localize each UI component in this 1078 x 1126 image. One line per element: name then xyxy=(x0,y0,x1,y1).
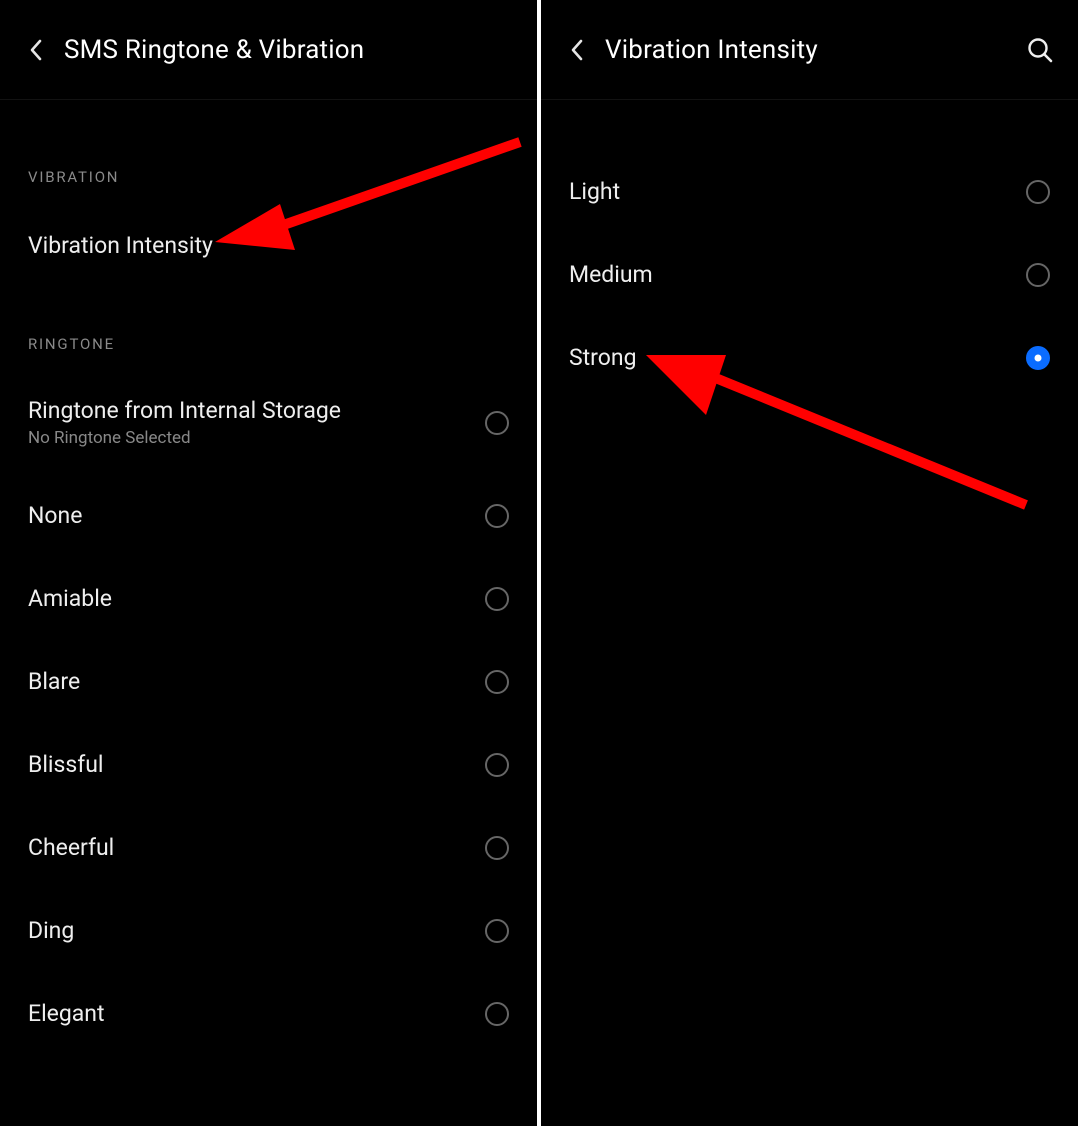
intensity-option-label: Medium xyxy=(569,261,1014,288)
radio-icon[interactable] xyxy=(485,670,509,694)
intensity-option-row[interactable]: Light xyxy=(541,150,1078,233)
intensity-option-row[interactable]: Strong xyxy=(541,316,1078,399)
intensity-option-row[interactable]: Medium xyxy=(541,233,1078,316)
chevron-left-icon xyxy=(29,38,43,62)
intensity-option-label: Light xyxy=(569,178,1014,205)
ringtone-option-row[interactable]: Blissful xyxy=(0,723,537,806)
search-icon xyxy=(1026,36,1054,64)
ringtone-internal-storage-row[interactable]: Ringtone from Internal Storage No Ringto… xyxy=(0,371,537,474)
chevron-left-icon xyxy=(570,38,584,62)
screen-vibration-intensity: Vibration Intensity Light Medium Strong xyxy=(539,0,1078,1126)
ringtone-option-label: Blissful xyxy=(28,751,473,778)
ringtone-option-label: Blare xyxy=(28,668,473,695)
radio-icon[interactable] xyxy=(485,504,509,528)
page-title: SMS Ringtone & Vibration xyxy=(64,35,364,65)
radio-icon[interactable] xyxy=(485,836,509,860)
ringtone-option-label: Ding xyxy=(28,917,473,944)
content-left: VIBRATION Vibration Intensity RINGTONE R… xyxy=(0,100,537,1055)
back-button[interactable] xyxy=(563,30,591,70)
intensity-option-label: Strong xyxy=(569,344,1014,371)
section-header-vibration: VIBRATION xyxy=(0,150,537,204)
header-right: Vibration Intensity xyxy=(541,0,1078,100)
screen-sms-ringtone-vibration: SMS Ringtone & Vibration VIBRATION Vibra… xyxy=(0,0,539,1126)
ringtone-option-label: Amiable xyxy=(28,585,473,612)
radio-icon-storage[interactable] xyxy=(485,411,509,435)
ringtone-option-label: None xyxy=(28,502,473,529)
search-button[interactable] xyxy=(1022,32,1058,68)
ringtone-option-row[interactable]: None xyxy=(0,474,537,557)
radio-icon[interactable] xyxy=(485,919,509,943)
ringtone-option-row[interactable]: Amiable xyxy=(0,557,537,640)
back-button[interactable] xyxy=(22,30,50,70)
section-header-ringtone: RINGTONE xyxy=(0,317,537,371)
radio-icon[interactable] xyxy=(485,1002,509,1026)
header-left: SMS Ringtone & Vibration xyxy=(0,0,537,100)
ringtone-option-row[interactable]: Blare xyxy=(0,640,537,723)
ringtone-option-row[interactable]: Ding xyxy=(0,889,537,972)
ringtone-storage-sub: No Ringtone Selected xyxy=(28,428,473,448)
radio-icon[interactable] xyxy=(485,587,509,611)
radio-icon[interactable] xyxy=(485,753,509,777)
ringtone-storage-label: Ringtone from Internal Storage xyxy=(28,397,473,424)
ringtone-option-label: Elegant xyxy=(28,1000,473,1027)
radio-icon[interactable] xyxy=(1026,180,1050,204)
ringtone-option-row[interactable]: Cheerful xyxy=(0,806,537,889)
vibration-intensity-label: Vibration Intensity xyxy=(28,232,509,259)
content-right: Light Medium Strong xyxy=(541,100,1078,399)
radio-icon[interactable] xyxy=(1026,263,1050,287)
page-title: Vibration Intensity xyxy=(605,35,818,65)
ringtone-option-label: Cheerful xyxy=(28,834,473,861)
ringtone-option-row[interactable]: Elegant xyxy=(0,972,537,1055)
vibration-intensity-row[interactable]: Vibration Intensity xyxy=(0,204,537,287)
radio-icon[interactable] xyxy=(1026,346,1050,370)
